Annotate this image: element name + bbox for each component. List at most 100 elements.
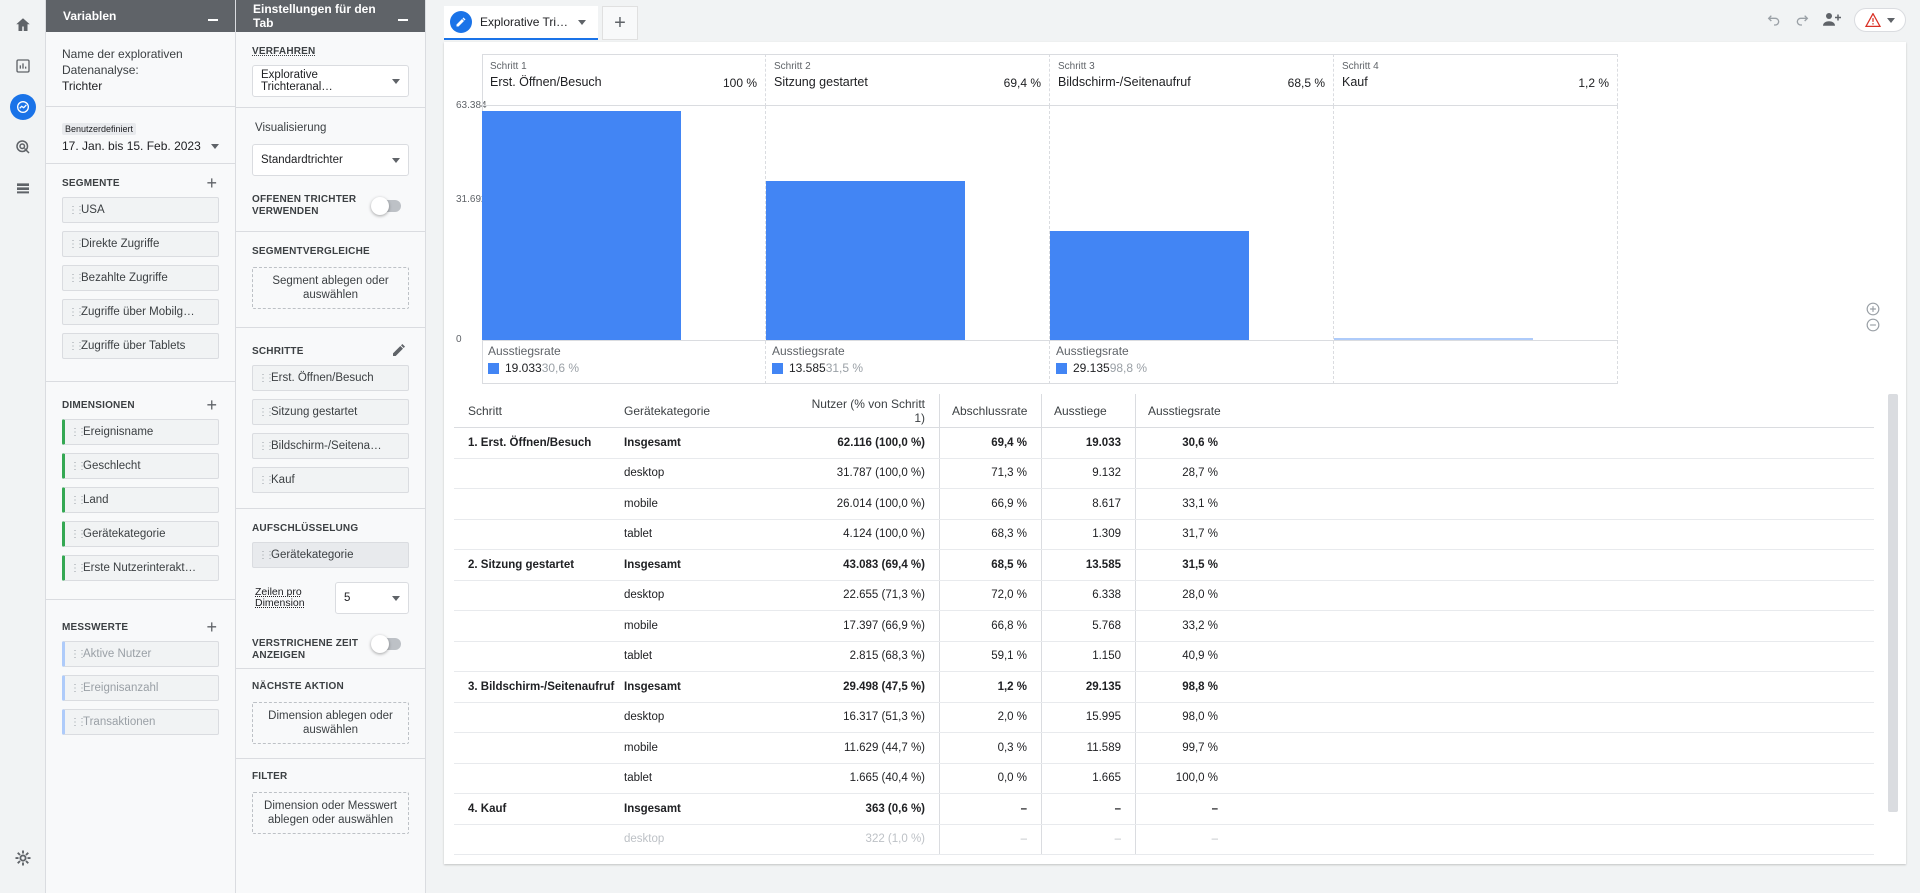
share-user-icon[interactable] [1822,10,1842,31]
filter-drop-zone[interactable]: Dimension oder Messwert ablegen oder aus… [252,792,409,834]
advertising-icon[interactable] [10,134,36,160]
cell-users: 11.629 (44,7 %) [790,733,940,763]
tab-exploration[interactable]: Explorative Tri… [444,6,598,40]
filter-section: FILTER Dimension oder Messwert ablegen o… [236,759,425,844]
dimension-chip[interactable]: Ereignisname [62,419,219,445]
cell-users: 322 (1,0 %) [790,824,940,854]
header-users[interactable]: Nutzer (% von Schritt 1) [790,394,940,427]
abandonment-value: 19.033 [505,361,542,375]
segment-chip[interactable]: Zugriffe über Tablets [62,333,219,359]
funnel-bar[interactable] [482,110,681,340]
table-row[interactable]: mobile 11.629 (44,7 %) 0,3 % 11.589 99,7 % [454,733,1874,764]
cell-abandonments: 8.617 [1042,489,1136,519]
date-range-picker[interactable]: Benutzerdefiniert 17. Jan. bis 15. Feb. … [46,107,235,164]
segment-chip[interactable]: USA [62,197,219,223]
header-device-category[interactable]: Gerätekategorie [624,404,790,418]
dimension-chip[interactable]: Geschlecht [62,453,219,479]
breakdown-chip[interactable]: Gerätekategorie [252,542,409,568]
metric-chip[interactable]: Ereignisanzahl [62,675,219,701]
chevron-down-icon[interactable] [211,143,219,149]
cell-abandonment-rate: 98,8 % [1182,680,1218,693]
table-row[interactable]: tablet 2.815 (68,3 %) 59,1 % 1.150 40,9 % [454,641,1874,672]
table-row[interactable]: desktop 322 (1,0 %) – – – [454,824,1874,855]
header-step[interactable]: Schritt [454,404,624,418]
collapse-icon[interactable] [398,19,408,21]
home-icon[interactable] [10,12,36,38]
segment-chip[interactable]: Direkte Zugriffe [62,231,219,257]
table-row[interactable]: mobile 26.014 (100,0 %) 66,9 % 8.617 33,1 % [454,489,1874,520]
dimension-chip[interactable]: Gerätekategorie [62,521,219,547]
cell-abandonments: 1.665 [1042,763,1136,793]
chevron-down-icon [1887,17,1895,23]
visualization-select[interactable]: Standardtrichter [252,144,409,176]
edit-steps-icon[interactable] [391,342,407,361]
step-chip[interactable]: Bildschirm-/Seitena… [252,433,409,459]
cell-completion-rate: 66,9 % [940,489,1042,519]
collapse-icon[interactable] [208,19,218,21]
add-dimension-icon[interactable]: + [206,396,217,414]
table-row[interactable]: 4. Kauf Insgesamt 363 (0,6 %) – – – [454,794,1874,825]
redo-icon[interactable] [1794,11,1810,30]
header-abandonments[interactable]: Ausstiege [1042,394,1136,427]
funnel-step-header: Schritt 4 Kauf 1,2 % [1334,54,1618,106]
table-row[interactable]: desktop 22.655 (71,3 %) 72,0 % 6.338 28,0 % [454,580,1874,611]
dimension-chip[interactable]: Erste Nutzerinterakt… [62,555,219,581]
abandonment-footer: Ausstiegsrate 19.033 30,6 % [482,344,579,375]
reports-icon[interactable] [10,53,36,79]
header-abandonment-rate[interactable]: Ausstiegsrate [1136,394,1232,427]
chart-bottom-line [482,383,1618,384]
table-row[interactable]: mobile 17.397 (66,9 %) 66,8 % 5.768 33,2 % [454,611,1874,642]
header-completion-rate[interactable]: Abschlussrate [940,394,1042,427]
chevron-down-icon [392,157,400,163]
cell-device-category: desktop [624,467,665,480]
table-row[interactable]: desktop 31.787 (100,0 %) 71,3 % 9.132 28,7 % [454,458,1874,489]
table-row[interactable]: 1. Erst. Öffnen/Besuch Insgesamt 62.116 (1… [454,428,1874,459]
add-tab-button[interactable]: + [602,6,638,40]
next-action-drop-zone[interactable]: Dimension ablegen oder auswählen [252,702,409,744]
legend-swatch [1056,362,1067,374]
table-row[interactable]: tablet 4.124 (100,0 %) 68,3 % 1.309 31,7 % [454,519,1874,550]
step-chip[interactable]: Erst. Öffnen/Besuch [252,365,409,391]
chevron-down-icon [392,78,400,84]
settings-icon[interactable] [10,845,36,871]
elapsed-time-toggle[interactable] [371,635,401,653]
list-icon[interactable] [10,175,36,201]
dimensions-section: DIMENSIONEN + Ereignisname Geschlecht Land… [46,382,235,600]
rows-per-dimension-select[interactable]: 5 [335,582,409,614]
dimension-chip[interactable]: Land [62,487,219,513]
step-chip[interactable]: Kauf [252,467,409,493]
cell-abandonment-rate: 40,9 % [1182,650,1218,663]
funnel-bar[interactable] [1050,231,1249,340]
cell-abandonments: – [1042,794,1136,824]
segment-drop-zone[interactable]: Segment ablegen oder auswählen [252,267,409,309]
metric-chip[interactable]: Transaktionen [62,709,219,735]
warning-button[interactable] [1854,8,1906,32]
table-row[interactable]: 2. Sitzung gestartet Insgesamt 43.083 (69,… [454,550,1874,581]
cell-completion-rate: 59,1 % [940,641,1042,671]
open-funnel-toggle[interactable] [371,197,401,215]
zoom-in-icon[interactable] [1866,302,1880,319]
explore-icon[interactable] [10,94,36,120]
add-metric-icon[interactable]: + [206,618,217,636]
edit-icon[interactable] [450,11,472,33]
segment-chip[interactable]: Bezahlte Zugriffe [62,265,219,291]
table-row[interactable]: tablet 1.665 (40,4 %) 0,0 % 1.665 100,0 % [454,763,1874,794]
table-row[interactable]: 3. Bildschirm-/Seitenaufruf Insgesamt 29.4… [454,672,1874,703]
chevron-down-icon[interactable] [578,19,586,25]
cell-abandonment-rate: 100,0 % [1175,772,1218,785]
segment-chip[interactable]: Zugriffe über Mobilg… [62,299,219,325]
zoom-out-icon[interactable] [1866,318,1880,335]
metrics-section: MESSWERTE + Aktive Nutzer Ereignisanzahl T… [46,600,235,745]
step-chip[interactable]: Sitzung gestartet [252,399,409,425]
cell-completion-rate: 68,5 % [940,550,1042,580]
cell-abandonments: 1.150 [1042,641,1136,671]
exploration-name-value[interactable]: Trichter [62,78,219,94]
metric-chip[interactable]: Aktive Nutzer [62,641,219,667]
table-row[interactable]: desktop 16.317 (51,3 %) 2,0 % 15.995 98,0 % [454,702,1874,733]
add-segment-icon[interactable]: + [206,174,217,192]
table-scrollbar[interactable] [1888,394,1898,812]
cell-completion-rate: 68,3 % [940,519,1042,549]
undo-icon[interactable] [1766,11,1782,30]
funnel-bar[interactable] [766,180,965,340]
technique-select[interactable]: Explorative Trichteranal… [252,65,409,97]
